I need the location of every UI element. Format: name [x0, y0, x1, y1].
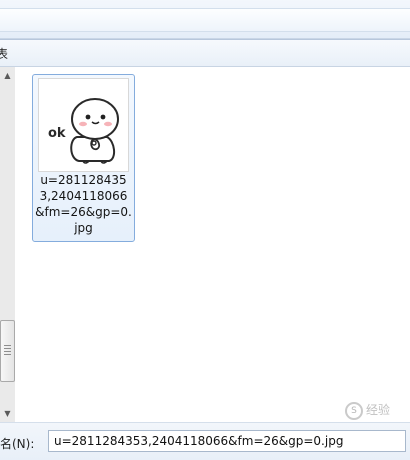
scroll-down-icon[interactable]: ▼ [0, 405, 15, 422]
top-address-strip [0, 0, 410, 39]
file-name-label: u=2811284353,2404118066&fm=26&gp=0.jpg [35, 173, 132, 235]
file-item-selected[interactable]: ok u=2811284353,2404118066&fm=26&gp=0.jp… [32, 74, 135, 242]
nav-pane-scrollbar[interactable]: ▲ ▼ [0, 67, 15, 422]
scroll-thumb[interactable] [0, 320, 15, 382]
grip-icon [4, 345, 11, 356]
scroll-up-icon[interactable]: ▲ [0, 67, 15, 84]
address-bar-frame[interactable] [0, 8, 410, 32]
filename-bar: 件名(N): u=2811284353,2404118066&fm=26&gp=… [0, 423, 410, 460]
watermark: S 经验 [344, 401, 390, 420]
thumbnail-ok-text: ok [48, 126, 66, 141]
toolbar: 表 [0, 40, 410, 67]
file-list-area[interactable]: ok u=2811284353,2404118066&fm=26&gp=0.jp… [17, 67, 410, 422]
cartoon-bun-ok-icon: ok [48, 98, 119, 164]
watermark-logo-icon: S [344, 401, 363, 420]
filename-label: 件名(N): [0, 437, 35, 451]
watermark-text: 经验 [365, 403, 390, 417]
filename-input[interactable]: u=2811284353,2404118066&fm=26&gp=0.jpg [48, 430, 406, 452]
file-thumbnail: ok [38, 78, 129, 172]
filename-input-value: u=2811284353,2404118066&fm=26&gp=0.jpg [54, 434, 344, 448]
toolbar-partial-label[interactable]: 表 [0, 45, 8, 62]
